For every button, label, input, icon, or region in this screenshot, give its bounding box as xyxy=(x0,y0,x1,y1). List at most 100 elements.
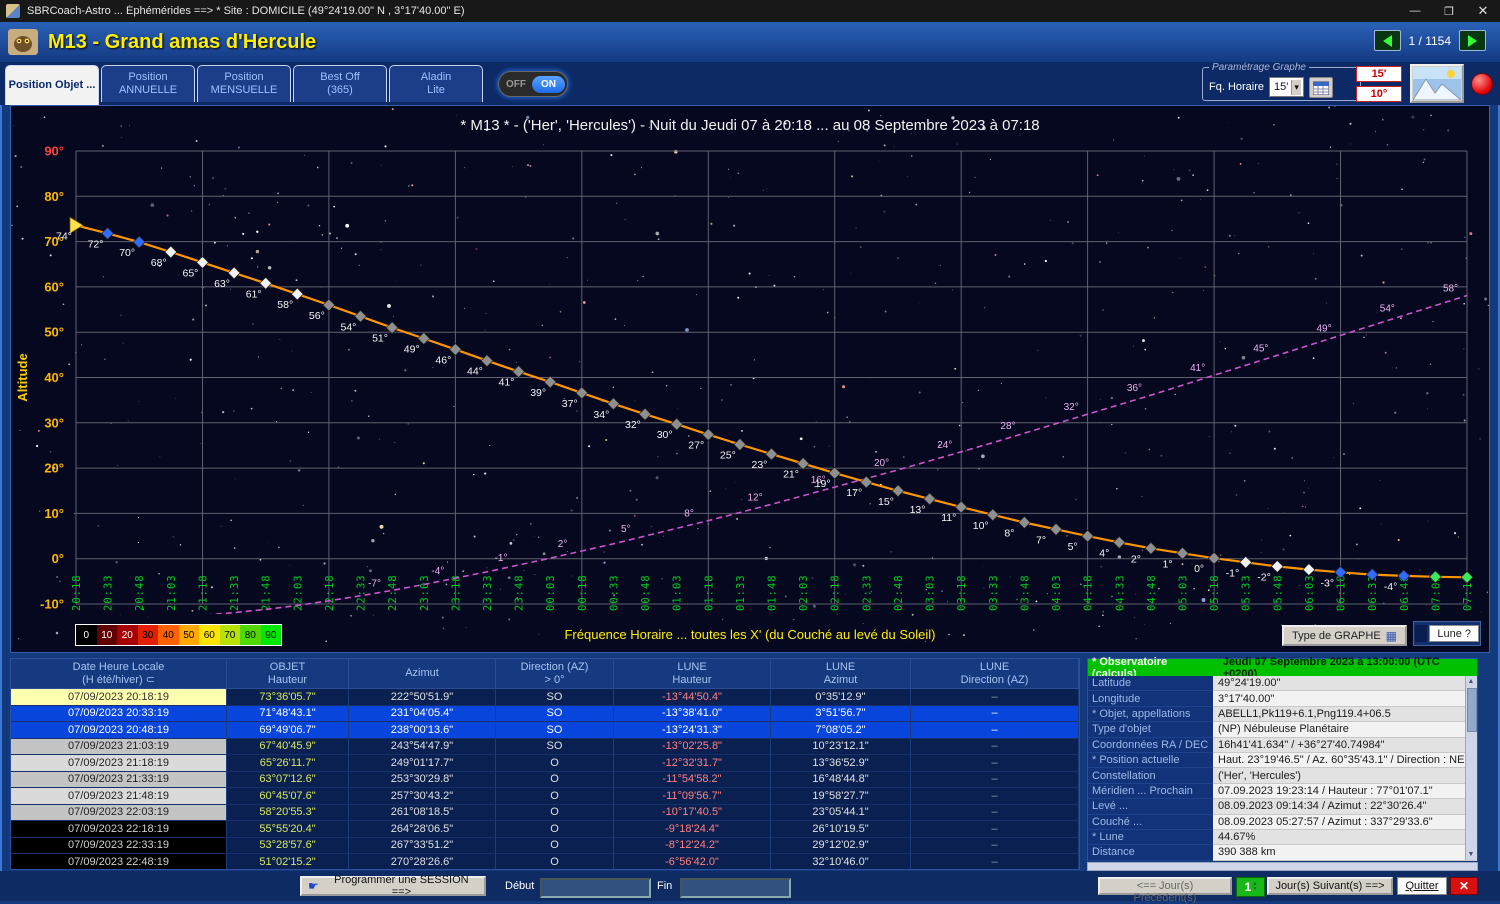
svg-text:05:33: 05:33 xyxy=(1241,574,1253,611)
svg-text:05:03: 05:03 xyxy=(1178,574,1190,611)
svg-text:2°: 2° xyxy=(558,539,568,550)
svg-text:1°: 1° xyxy=(1163,558,1173,570)
column-header[interactable]: LUNE Direction (AZ) xyxy=(911,659,1079,689)
graph-on-off-toggle[interactable]: OFF ON xyxy=(498,71,568,97)
table-row[interactable]: 07/09/2023 20:48:19 69°49'06.7" 238°00'13.… xyxy=(11,722,1079,739)
svg-text:32°: 32° xyxy=(625,419,641,431)
observatory-row: Constellation ('Her', 'Hercules') xyxy=(1088,768,1477,784)
tab-position-objet[interactable]: Position Objet ... xyxy=(5,65,99,105)
svg-text:-1°: -1° xyxy=(1226,567,1240,579)
table-row[interactable]: 07/09/2023 20:18:19 73°36'05.7" 222°50'51.… xyxy=(11,689,1079,706)
svg-text:54°: 54° xyxy=(1380,303,1395,314)
table-row[interactable]: 07/09/2023 22:18:19 55°55'20.4" 264°28'06.… xyxy=(11,821,1079,838)
svg-text:01:03: 01:03 xyxy=(672,574,684,611)
record-alert-icon[interactable] xyxy=(1471,73,1493,95)
column-header[interactable]: LUNE Azimut xyxy=(771,659,911,689)
table-header: Date Heure Locale (H été/hiver) ⊂ OBJET Hau… xyxy=(11,659,1079,689)
column-header[interactable]: Azimut xyxy=(349,659,496,689)
observatory-row: Méridien ... Prochain 07.09.2023 19:23:14… xyxy=(1088,783,1477,800)
svg-text:03:03: 03:03 xyxy=(925,574,937,611)
svg-text:65°: 65° xyxy=(183,267,199,279)
svg-text:58°: 58° xyxy=(1443,284,1458,295)
close-icon[interactable]: ✕ xyxy=(1466,0,1500,22)
observatory-row: * Position actuelle Haut. 23°19'46.5" / A… xyxy=(1088,752,1477,769)
observatory-row: Type d'objet (NP) Nébuleuse Planétaire xyxy=(1088,722,1477,738)
calendar-icon xyxy=(1312,81,1329,95)
lune-button[interactable]: Lune ? xyxy=(1429,625,1479,642)
column-header[interactable]: OBJET Hauteur xyxy=(227,659,349,689)
svg-text:20:33: 20:33 xyxy=(103,574,115,611)
svg-text:0°: 0° xyxy=(52,551,64,566)
observatory-scrollbar[interactable]: ▲ ▼ xyxy=(1465,676,1477,860)
svg-text:23:03: 23:03 xyxy=(419,574,431,611)
next-object-button[interactable] xyxy=(1459,30,1486,51)
svg-text:40°: 40° xyxy=(44,370,64,385)
tab-position-mensuelle[interactable]: Position MENSUELLE xyxy=(197,65,291,102)
fq-horaire-select[interactable]: 15' ▾ xyxy=(1269,77,1304,97)
svg-text:22:33: 22:33 xyxy=(356,574,368,611)
table-row[interactable]: 07/09/2023 20:33:19 71°48'43.1" 231°04'05.… xyxy=(11,705,1079,722)
svg-text:04:33: 04:33 xyxy=(1114,574,1126,611)
scroll-up-icon[interactable]: ▲ xyxy=(1466,676,1476,687)
svg-text:00:33: 00:33 xyxy=(608,574,620,611)
svg-text:03:48: 03:48 xyxy=(1019,574,1031,611)
column-header[interactable]: Direction (AZ) > 0° xyxy=(496,659,614,689)
svg-text:00:18: 00:18 xyxy=(577,574,589,611)
program-session-button[interactable]: ☛ Programmer une SESSION ==> xyxy=(300,874,486,898)
column-header[interactable]: LUNE Hauteur xyxy=(614,659,771,689)
table-row[interactable]: 07/09/2023 21:03:19 67°40'45.9" 243°54'47.… xyxy=(11,738,1079,755)
scroll-down-icon[interactable]: ▼ xyxy=(1466,849,1476,860)
type-de-graphe-button[interactable]: Type de GRAPHE ▦ xyxy=(1282,625,1407,646)
svg-text:61°: 61° xyxy=(246,288,262,300)
tab-aladin-lite[interactable]: Aladin Lite xyxy=(389,65,483,102)
previous-days-button[interactable]: <== Jour(s) Précédent(s) xyxy=(1098,877,1232,904)
minimize-button[interactable]: — xyxy=(1398,0,1432,22)
observatory-header: * Observatoire (calculs) Jeudi 07 Septem… xyxy=(1088,656,1477,680)
table-row[interactable]: 07/09/2023 22:48:19 51°02'15.2" 270°28'26.… xyxy=(11,854,1079,869)
spinner-arrows-icon[interactable]: ▴ ▾ xyxy=(1253,881,1256,892)
svg-text:36°: 36° xyxy=(1127,383,1142,394)
svg-text:01:48: 01:48 xyxy=(767,574,779,611)
svg-text:5°: 5° xyxy=(621,524,631,535)
quit-close-icon[interactable]: ✕ xyxy=(1450,877,1478,895)
observatory-hscrollbar[interactable] xyxy=(1087,862,1478,871)
svg-text:02:03: 02:03 xyxy=(798,574,810,611)
lune-swatch xyxy=(1415,625,1428,642)
calendar-button[interactable] xyxy=(1308,76,1333,98)
tab-position-annuelle[interactable]: Position ANNUELLE xyxy=(101,65,195,102)
scrollbar-thumb[interactable] xyxy=(1467,688,1477,732)
column-header[interactable]: Date Heure Locale (H été/hiver) ⊂ xyxy=(11,659,227,689)
svg-text:23:48: 23:48 xyxy=(514,574,526,611)
sky-image-button[interactable] xyxy=(1410,64,1464,103)
svg-text:13°: 13° xyxy=(910,504,926,516)
table-row[interactable]: 07/09/2023 21:48:19 60°45'07.6" 257°30'43.… xyxy=(11,788,1079,805)
svg-text:54°: 54° xyxy=(341,321,357,333)
tab-best-off-365[interactable]: Best Off (365) xyxy=(293,65,387,102)
table-row[interactable]: 07/09/2023 21:18:19 65°26'11.7" 249°01'17.… xyxy=(11,755,1079,772)
svg-text:-4°: -4° xyxy=(431,566,444,577)
svg-text:46°: 46° xyxy=(435,354,451,366)
observatory-row: * Lune 44.67% xyxy=(1088,829,1477,846)
next-days-button[interactable]: Jour(s) Suivant(s) ==> xyxy=(1267,877,1393,895)
table-row[interactable]: 07/09/2023 21:33:19 63°07'12.6" 253°30'29.… xyxy=(11,771,1079,788)
svg-text:02:48: 02:48 xyxy=(893,574,905,611)
table-row[interactable]: 07/09/2023 22:03:19 58°20'55.3" 261°08'18.… xyxy=(11,804,1079,821)
svg-text:20:18: 20:18 xyxy=(71,574,83,611)
interval-15min-button[interactable]: 15' xyxy=(1356,66,1402,82)
day-count-stepper[interactable]: 1 ▴ ▾ xyxy=(1236,877,1265,897)
maximize-button[interactable]: ❐ xyxy=(1432,0,1466,22)
observatory-row: Distance 390 388 km xyxy=(1088,845,1477,861)
quitter-button[interactable]: Quitter xyxy=(1397,877,1447,895)
interval-10deg-button[interactable]: 10° xyxy=(1356,86,1402,102)
tab-bar: Position Objet ... Position ANNUELLE Positi… xyxy=(0,62,1500,105)
svg-text:21:03: 21:03 xyxy=(166,574,178,611)
table-row[interactable]: 07/09/2023 22:33:19 53°28'57.6" 267°33'51.… xyxy=(11,837,1079,854)
svg-text:-1°: -1° xyxy=(495,553,508,564)
altitude-color-scale: 0 10 20 30 40 50 60 70 80 90 xyxy=(75,624,282,646)
fin-input[interactable] xyxy=(680,878,791,898)
prev-object-button[interactable] xyxy=(1373,30,1401,51)
debut-input[interactable] xyxy=(540,878,651,898)
svg-text:23:18: 23:18 xyxy=(450,574,462,611)
altitude-chart-svg: 90° 80° 70° 60° 50° 40° 30° 20° 10° 0° -10° 20:18 20… xyxy=(11,104,1489,643)
svg-text:5°: 5° xyxy=(1068,541,1078,553)
